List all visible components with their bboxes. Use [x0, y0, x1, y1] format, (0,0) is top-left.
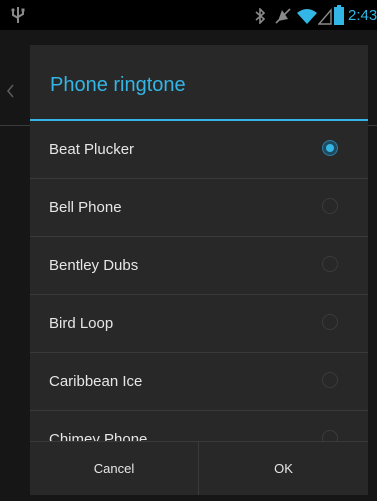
radio-button[interactable] [322, 372, 338, 388]
phone-screen: 2:43 Phone ringtone Beat Plucker Bell Ph… [0, 0, 377, 501]
radio-button[interactable] [322, 198, 338, 214]
ringtone-option[interactable]: Bell Phone [30, 179, 368, 237]
ringtone-option[interactable]: Bird Loop [30, 295, 368, 353]
mute-icon [275, 8, 291, 24]
radio-button[interactable] [322, 256, 338, 272]
ringtone-list[interactable]: Beat Plucker Bell Phone Bentley Dubs Bir… [30, 121, 368, 441]
ringtone-option[interactable]: Bentley Dubs [30, 237, 368, 295]
status-bar: 2:43 [0, 0, 377, 30]
dialog-title: Phone ringtone [50, 74, 186, 96]
radio-button-selected[interactable] [322, 140, 338, 156]
ok-button[interactable]: OK [199, 442, 368, 495]
bluetooth-icon [255, 8, 265, 24]
radio-button[interactable] [322, 430, 338, 441]
signal-icon [318, 8, 332, 25]
ringtone-label: Bell Phone [49, 199, 122, 216]
ringtone-option[interactable]: Chimey Phone [30, 411, 368, 441]
radio-button[interactable] [322, 314, 338, 330]
ringtone-label: Bentley Dubs [49, 257, 139, 274]
dialog-button-bar: Cancel OK [30, 441, 368, 495]
usb-icon [11, 7, 25, 23]
ringtone-label: Caribbean Ice [49, 373, 143, 390]
ringtone-option[interactable]: Beat Plucker [30, 121, 368, 179]
cancel-button[interactable]: Cancel [30, 442, 198, 495]
ringtone-label: Beat Plucker [49, 141, 135, 158]
ringtone-option[interactable]: Caribbean Ice [30, 353, 368, 411]
ringtone-label: Bird Loop [49, 315, 114, 332]
battery-icon [334, 5, 344, 25]
ringtone-dialog: Phone ringtone Beat Plucker Bell Phone B… [30, 45, 368, 495]
status-time: 2:43 [348, 7, 377, 24]
ringtone-label: Chimey Phone [49, 431, 148, 441]
back-chevron-icon [6, 84, 14, 98]
wifi-icon [297, 9, 317, 24]
